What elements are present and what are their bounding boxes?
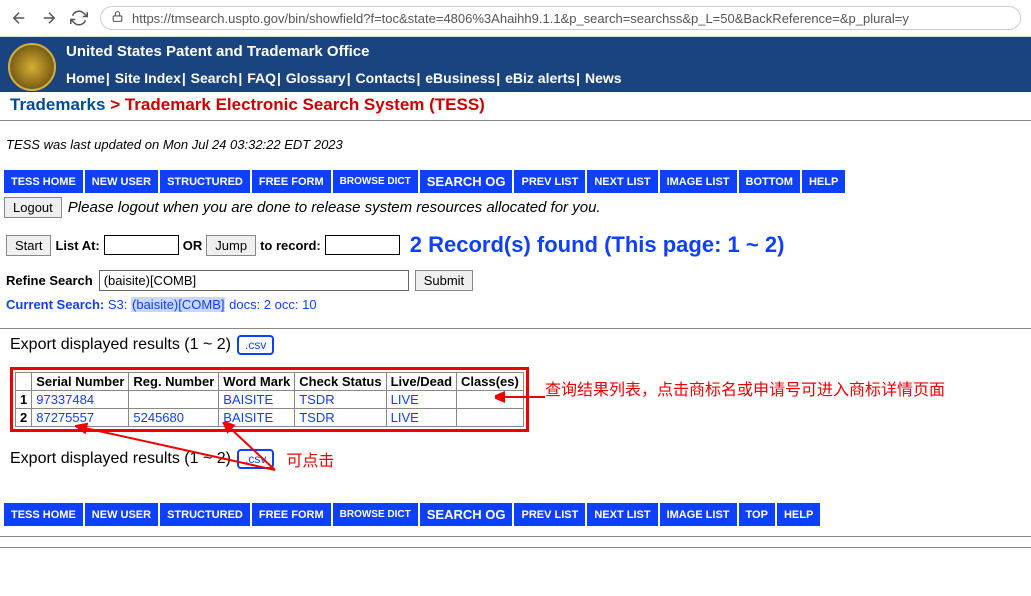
top-nav: Home| Site Index| Search| FAQ| Glossary|… bbox=[66, 70, 622, 92]
browser-toolbar: https://tmsearch.uspto.gov/bin/showfield… bbox=[0, 0, 1031, 37]
export-row-bottom: Export displayed results (1 ~ 2) .csv 可点… bbox=[0, 443, 1031, 483]
uspto-seal-icon bbox=[8, 43, 56, 91]
nav-glossary[interactable]: Glossary bbox=[286, 70, 346, 86]
next-list-button[interactable]: NEXT LIST bbox=[587, 170, 657, 193]
wordmark-link[interactable]: BAISITE bbox=[223, 410, 273, 425]
divider bbox=[0, 547, 1031, 548]
structured-button[interactable]: STRUCTURED bbox=[160, 170, 250, 193]
current-search: Current Search: S3: (baisite)[COMB] docs… bbox=[0, 293, 1031, 326]
refine-input[interactable] bbox=[99, 270, 409, 291]
current-search-expr[interactable]: (baisite)[COMB] bbox=[131, 297, 225, 312]
nav-ebiz-alerts[interactable]: eBiz alerts bbox=[505, 70, 575, 86]
wordmark-link[interactable]: BAISITE bbox=[223, 392, 273, 407]
table-row: 2 87275557 5245680 BAISITE TSDR LIVE bbox=[16, 409, 524, 427]
back-icon[interactable] bbox=[10, 9, 28, 27]
nav-news[interactable]: News bbox=[585, 70, 622, 86]
nav-contacts[interactable]: Contacts bbox=[356, 70, 416, 86]
browse-dict-button[interactable]: BROWSE DICT bbox=[333, 503, 418, 526]
table-row: 1 97337484 BAISITE TSDR LIVE bbox=[16, 391, 524, 409]
lock-icon bbox=[111, 10, 124, 26]
prev-list-button[interactable]: PREV LIST bbox=[514, 170, 585, 193]
divider bbox=[0, 120, 1031, 121]
breadcrumb-tess: Trademark Electronic Search System (TESS… bbox=[125, 95, 485, 114]
site-title: United States Patent and Trademark Offic… bbox=[66, 43, 622, 60]
refine-label: Refine Search bbox=[6, 273, 93, 288]
nav-ebusiness[interactable]: eBusiness bbox=[425, 70, 495, 86]
forward-icon[interactable] bbox=[40, 9, 58, 27]
export-csv-button[interactable]: .csv bbox=[237, 449, 274, 469]
records-found: 2 Record(s) found (This page: 1 ~ 2) bbox=[410, 232, 785, 258]
help-button[interactable]: HELP bbox=[802, 170, 845, 193]
breadcrumb-trademarks[interactable]: Trademarks bbox=[10, 95, 105, 114]
nav-button-row-top: TESS HOME NEW USER STRUCTURED FREE FORM … bbox=[0, 170, 1031, 193]
site-header: United States Patent and Trademark Offic… bbox=[0, 37, 1031, 92]
serial-link[interactable]: 87275557 bbox=[36, 410, 94, 425]
tsdr-link[interactable]: TSDR bbox=[299, 392, 334, 407]
submit-button[interactable]: Submit bbox=[415, 270, 473, 291]
image-list-button[interactable]: IMAGE LIST bbox=[660, 170, 737, 193]
top-button[interactable]: TOP bbox=[739, 503, 775, 526]
free-form-button[interactable]: FREE FORM bbox=[252, 503, 331, 526]
serial-link[interactable]: 97337484 bbox=[36, 392, 94, 407]
breadcrumb: Trademarks > Trademark Electronic Search… bbox=[0, 92, 1031, 118]
bottom-button[interactable]: BOTTOM bbox=[739, 170, 800, 193]
logout-row: Logout Please logout when you are done t… bbox=[0, 195, 1031, 228]
logout-button[interactable]: Logout bbox=[4, 197, 62, 218]
annotation-clickable: 可点击 bbox=[286, 447, 334, 471]
divider bbox=[0, 536, 1031, 537]
logout-message: Please logout when you are done to relea… bbox=[68, 199, 601, 216]
tsdr-link[interactable]: TSDR bbox=[299, 410, 334, 425]
jump-button[interactable]: Jump bbox=[206, 235, 256, 256]
start-button[interactable]: Start bbox=[6, 235, 51, 256]
search-og-button[interactable]: SEARCH OG bbox=[420, 503, 513, 526]
update-timestamp: TESS was last updated on Mon Jul 24 03:3… bbox=[0, 123, 1031, 170]
export-csv-button[interactable]: .csv bbox=[237, 335, 274, 355]
results-table-wrap: Serial Number Reg. Number Word Mark Chec… bbox=[0, 367, 1031, 443]
list-at-input[interactable] bbox=[104, 235, 179, 255]
or-label: OR bbox=[183, 238, 203, 253]
results-table: Serial Number Reg. Number Word Mark Chec… bbox=[15, 372, 524, 427]
export-row-top: Export displayed results (1 ~ 2) .csv bbox=[0, 331, 1031, 367]
new-user-button[interactable]: NEW USER bbox=[85, 170, 158, 193]
list-controls-row: Start List At: OR Jump to record: 2 Reco… bbox=[0, 228, 1031, 268]
divider bbox=[0, 328, 1031, 329]
nav-home[interactable]: Home bbox=[66, 70, 105, 86]
free-form-button[interactable]: FREE FORM bbox=[252, 170, 331, 193]
table-header-row: Serial Number Reg. Number Word Mark Chec… bbox=[16, 373, 524, 391]
nav-search[interactable]: Search bbox=[191, 70, 238, 86]
new-user-button[interactable]: NEW USER bbox=[85, 503, 158, 526]
image-list-button[interactable]: IMAGE LIST bbox=[660, 503, 737, 526]
refine-row: Refine Search Submit bbox=[0, 268, 1031, 293]
reg-link[interactable]: 5245680 bbox=[133, 410, 184, 425]
next-list-button[interactable]: NEXT LIST bbox=[587, 503, 657, 526]
nav-button-row-bottom: TESS HOME NEW USER STRUCTURED FREE FORM … bbox=[0, 503, 1031, 526]
url-text: https://tmsearch.uspto.gov/bin/showfield… bbox=[132, 11, 909, 26]
browse-dict-button[interactable]: BROWSE DICT bbox=[333, 170, 418, 193]
to-record-input[interactable] bbox=[325, 235, 400, 255]
list-at-label: List At: bbox=[55, 238, 99, 253]
tess-home-button[interactable]: TESS HOME bbox=[4, 170, 83, 193]
to-record-label: to record: bbox=[260, 238, 321, 253]
nav-site-index[interactable]: Site Index bbox=[115, 70, 181, 86]
structured-button[interactable]: STRUCTURED bbox=[160, 503, 250, 526]
help-button[interactable]: HELP bbox=[777, 503, 820, 526]
tess-home-button[interactable]: TESS HOME bbox=[4, 503, 83, 526]
reload-icon[interactable] bbox=[70, 9, 88, 27]
url-bar[interactable]: https://tmsearch.uspto.gov/bin/showfield… bbox=[100, 6, 1021, 30]
prev-list-button[interactable]: PREV LIST bbox=[514, 503, 585, 526]
annotation-highlight-box: Serial Number Reg. Number Word Mark Chec… bbox=[10, 367, 529, 432]
annotation-text: 查询结果列表，点击商标名或申请号可进入商标详情页面 bbox=[545, 379, 945, 403]
nav-faq[interactable]: FAQ bbox=[247, 70, 276, 86]
search-og-button[interactable]: SEARCH OG bbox=[420, 170, 513, 193]
